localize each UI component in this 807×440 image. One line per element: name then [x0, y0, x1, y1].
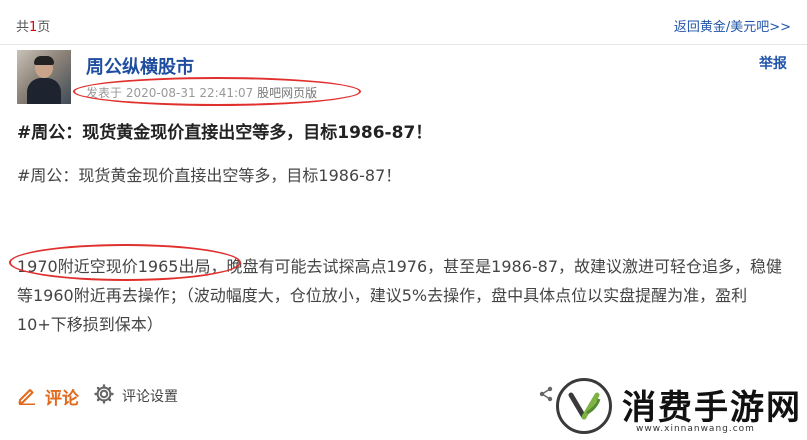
author-name[interactable]: 周公纵横股市 [86, 53, 194, 79]
gear-icon [94, 384, 114, 408]
report-button[interactable]: 举报 [759, 53, 787, 73]
pencil-icon [17, 385, 37, 409]
posted-time: 2020-08-31 22:41:07 [125, 86, 254, 100]
watermark-logo-icon [556, 378, 612, 434]
post-source: 股吧网页版 [257, 86, 318, 100]
site-watermark: 消费手游网 www.xinnanwang.com [548, 372, 807, 440]
back-to-forum-link[interactable]: 返回黄金/美元吧>> [674, 16, 791, 35]
watermark-url: www.xinnanwang.com [636, 424, 755, 434]
page-count: 共1页 [16, 16, 50, 35]
post-title: #周公：现货黄金现价直接出空等多，目标1986-87！ [17, 123, 433, 143]
page-count-suffix: 页 [37, 20, 51, 35]
post-paragraph-1: #周公：现货黄金现价直接出空等多，目标1986-87！ [17, 166, 402, 185]
comment-settings-button[interactable]: 评论设置 [94, 384, 178, 408]
posted-prefix: 发表于 [86, 86, 123, 100]
page-count-prefix: 共 [16, 20, 30, 35]
comment-label: 评论 [45, 389, 79, 409]
comment-button[interactable]: 评论 [17, 384, 79, 409]
post-paragraph-2: 1970附近空现价1965出局，晚盘有可能去试探高点1976，甚至是1986-8… [17, 257, 783, 334]
page-header: 共1页 返回黄金/美元吧>> [0, 0, 807, 45]
avatar[interactable] [17, 50, 71, 104]
watermark-title: 消费手游网 [622, 388, 802, 428]
comment-settings-label: 评论设置 [122, 389, 178, 405]
post-meta: 发表于 2020-08-31 22:41:07 股吧网页版 [86, 84, 317, 101]
